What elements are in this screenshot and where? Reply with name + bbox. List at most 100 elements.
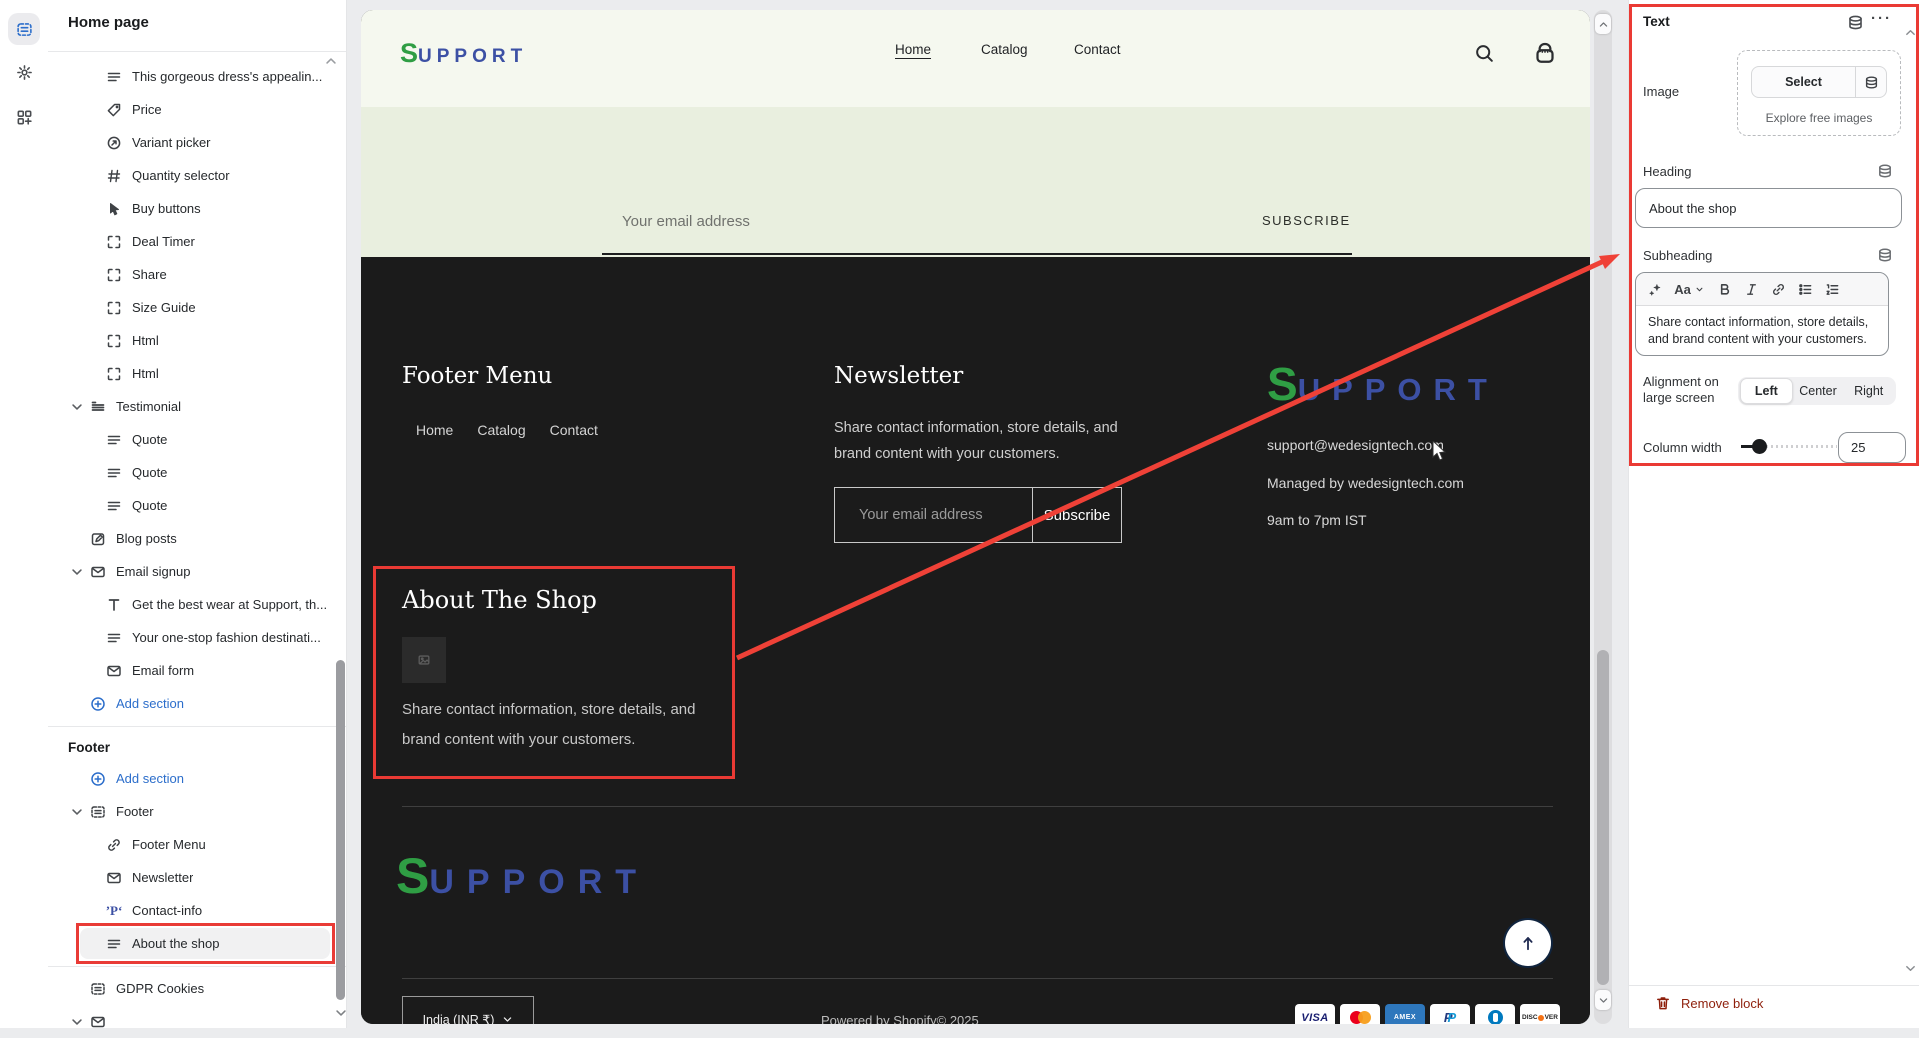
account-icon[interactable] [1533, 41, 1557, 65]
sidebar-item-email-form[interactable]: Email form [48, 654, 346, 687]
chevron-down-icon[interactable] [70, 1015, 84, 1029]
chevron-down-icon[interactable] [70, 400, 84, 414]
text-lines-icon [106, 936, 122, 952]
sidebar-item-quote[interactable]: Quote [48, 423, 346, 456]
country-selector[interactable]: India (INR ₹) [402, 996, 534, 1024]
sidebar-item-label: Newsletter [132, 870, 193, 885]
chevron-down-icon[interactable] [70, 805, 84, 819]
magic-icon[interactable] [1648, 282, 1663, 297]
sidebar-item-html[interactable]: Html [48, 357, 346, 390]
sidebar-item-label: This gorgeous dress's appealin... [132, 69, 322, 84]
sidebar-item-this-gorgeous-dress-s-appealin[interactable]: This gorgeous dress's appealin... [48, 60, 346, 93]
apps-icon[interactable] [8, 101, 40, 133]
email-input[interactable]: Your email address [622, 213, 750, 230]
column-width-input[interactable]: 25 [1838, 432, 1906, 463]
preview-scrollbar-thumb[interactable] [1597, 650, 1609, 985]
sidebar-item-share[interactable]: Share [48, 258, 346, 291]
sidebar-item-row[interactable] [48, 1005, 346, 1038]
newsletter-email-input[interactable]: Your email address [835, 488, 1032, 542]
more-options-icon[interactable]: ··· [1871, 10, 1892, 27]
image-dynamic-source-button[interactable] [1855, 67, 1886, 97]
sidebar-item-gdpr-cookies[interactable]: GDPR Cookies [48, 972, 346, 1005]
sidebar-item-label: GDPR Cookies [116, 981, 204, 996]
sidebar-item-about-the-shop[interactable]: About the shop [48, 927, 346, 960]
preview-scroll-down-button[interactable] [1595, 990, 1611, 1010]
quote-lines-icon [106, 465, 122, 481]
add-section-button[interactable]: Add section [48, 687, 346, 720]
payment-icon-diners [1475, 1004, 1515, 1024]
sidebar-item-deal-timer[interactable]: Deal Timer [48, 225, 346, 258]
arrow-up-icon [1519, 934, 1537, 952]
subscribe-button[interactable]: SUBSCRIBE [1262, 213, 1351, 228]
settings-gear-icon[interactable] [8, 56, 40, 88]
sidebar-item-footer-menu[interactable]: Footer Menu [48, 828, 346, 861]
logo-rest: UPPORT [418, 46, 527, 67]
alignment-option-center[interactable]: Center [1793, 379, 1844, 403]
sidebar-item-label: Add section [116, 771, 184, 786]
bold-icon[interactable] [1717, 282, 1732, 297]
footer-link-contact[interactable]: Contact [550, 422, 598, 438]
nav-catalog[interactable]: Catalog [981, 42, 1028, 57]
text-style-icon[interactable]: Aa [1675, 282, 1690, 297]
sidebar-item-your-one-stop-fashion-destinati[interactable]: Your one-stop fashion destinati... [48, 621, 346, 654]
sidebar-item-quantity-selector[interactable]: Quantity selector [48, 159, 346, 192]
sidebar-item-size-guide[interactable]: Size Guide [48, 291, 346, 324]
footer-link-home[interactable]: Home [416, 422, 453, 438]
alignment-option-left[interactable]: Left [1740, 378, 1793, 404]
numbered-list-icon[interactable] [1825, 282, 1840, 297]
about-title: About The Shop [402, 586, 597, 614]
sidebar-item-get-the-best-wear-at-support-th[interactable]: Get the best wear at Support, th... [48, 588, 346, 621]
nav-home[interactable]: Home [895, 42, 931, 57]
column-width-slider-thumb[interactable] [1752, 439, 1767, 454]
italic-icon[interactable] [1744, 282, 1759, 297]
divider [48, 51, 346, 52]
sidebar-item-email-signup[interactable]: Email signup [48, 555, 346, 588]
newsletter-subscribe-button[interactable]: Subscribe [1032, 488, 1121, 542]
dynamic-source-icon[interactable] [1877, 247, 1893, 263]
dynamic-source-icon[interactable] [1877, 163, 1893, 179]
chevron-up-icon[interactable] [1904, 26, 1917, 39]
chevron-down-icon[interactable] [70, 565, 84, 579]
explore-free-images-link[interactable]: Explore free images [1738, 111, 1900, 125]
contact-email[interactable]: support@wedesigntech.com [1267, 437, 1444, 453]
link-icon[interactable] [1771, 282, 1786, 297]
remove-block-label: Remove block [1681, 996, 1763, 1011]
text-t-icon [106, 597, 122, 613]
subheading-input[interactable]: Share contact information, store details… [1636, 306, 1888, 356]
trash-icon [1655, 995, 1671, 1011]
add-section-button[interactable]: Add section [48, 762, 346, 795]
sidebar-item-html[interactable]: Html [48, 324, 346, 357]
sidebar-item-variant-picker[interactable]: Variant picker [48, 126, 346, 159]
sidebar-item-price[interactable]: Price [48, 93, 346, 126]
image-select-button[interactable]: Select [1751, 66, 1887, 98]
nav-contact[interactable]: Contact [1074, 42, 1121, 57]
sections-sidebar: Home page This gorgeous dress's appealin… [48, 0, 347, 1028]
chevron-down-icon[interactable] [334, 1006, 348, 1020]
store-logo[interactable]: SUPPORT [400, 38, 527, 69]
app-block-icon [106, 333, 122, 349]
storefront-header: SUPPORT Home Catalog Contact [361, 10, 1590, 107]
footer-link-catalog[interactable]: Catalog [477, 422, 525, 438]
dynamic-source-icon[interactable] [1847, 14, 1864, 31]
dropdown-chevron-icon[interactable] [1694, 282, 1705, 297]
preview-scroll-up-button[interactable] [1595, 14, 1611, 34]
section-tree: This gorgeous dress's appealin... PriceVa… [48, 60, 346, 1038]
remove-block-button[interactable]: Remove block [1655, 995, 1763, 1011]
sidebar-item-buy-buttons[interactable]: Buy buttons [48, 192, 346, 225]
sidebar-item-blog-posts[interactable]: Blog posts [48, 522, 346, 555]
sidebar-item-newsletter[interactable]: Newsletter [48, 861, 346, 894]
sidebar-item-footer[interactable]: Footer [48, 795, 346, 828]
sidebar-item-quote[interactable]: Quote [48, 456, 346, 489]
search-icon[interactable] [1474, 43, 1495, 64]
sections-icon[interactable] [8, 13, 40, 45]
email-icon [90, 564, 106, 580]
payment-icon-discover: DISCVER [1520, 1004, 1560, 1024]
heading-input[interactable]: About the shop [1635, 188, 1902, 228]
sidebar-item-testimonial[interactable]: Testimonial [48, 390, 346, 423]
bullet-list-icon[interactable] [1798, 282, 1813, 297]
chevron-down-icon[interactable] [1904, 962, 1917, 975]
sidebar-item-quote[interactable]: Quote [48, 489, 346, 522]
alignment-option-right[interactable]: Right [1843, 379, 1894, 403]
sidebar-scrollbar[interactable] [336, 660, 345, 1000]
scroll-to-top-button[interactable] [1505, 920, 1551, 966]
